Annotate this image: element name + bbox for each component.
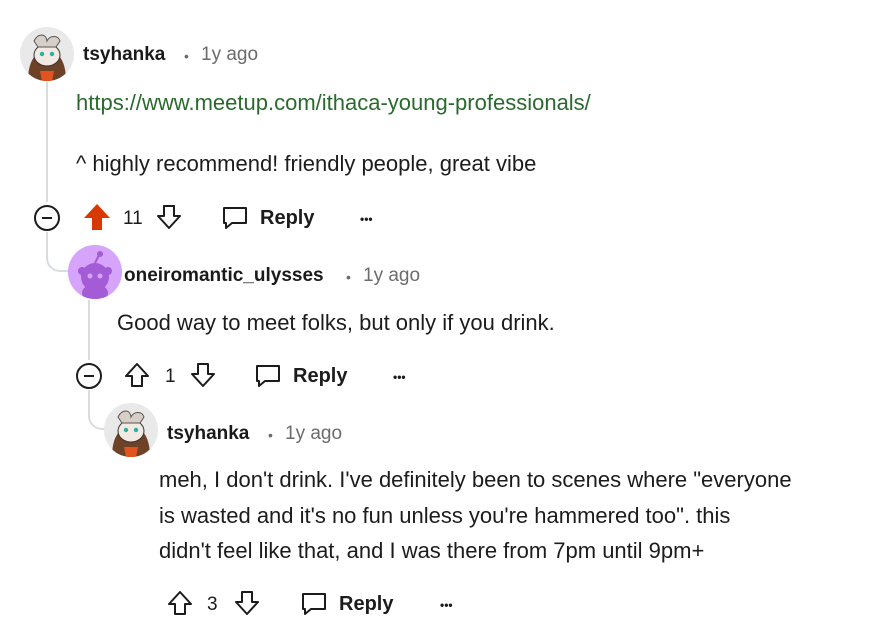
upvote-icon (125, 363, 149, 387)
snoo-avatar-icon (20, 27, 74, 81)
more-options-button[interactable]: ••• (440, 599, 453, 611)
avatar[interactable] (68, 245, 122, 299)
upvote-filled-icon (84, 204, 110, 230)
default-snoo-icon (68, 245, 122, 299)
comment-bubble-icon (256, 365, 280, 387)
vote-count: 3 (207, 594, 218, 615)
comment-body: ^ highly recommend! friendly people, gre… (76, 151, 537, 176)
reply-button[interactable]: Reply (220, 203, 320, 233)
comment-timestamp[interactable]: 1y ago (363, 265, 420, 287)
meta-separator: • (268, 427, 273, 443)
comment-author[interactable]: tsyhanka (167, 423, 249, 445)
more-options-button[interactable]: ••• (360, 213, 373, 225)
avatar[interactable] (20, 27, 74, 81)
reply-label: Reply (260, 207, 315, 229)
comment-bubble-icon (223, 207, 247, 229)
downvote-button[interactable] (155, 203, 183, 236)
thread-line (88, 300, 90, 360)
upvote-button[interactable] (82, 202, 112, 237)
downvote-icon (235, 591, 259, 615)
collapse-thread-button[interactable] (34, 205, 60, 231)
vote-count: 11 (123, 208, 143, 229)
thread-line (46, 82, 48, 202)
upvote-icon (168, 591, 192, 615)
downvote-icon (157, 205, 181, 229)
reply-label: Reply (339, 593, 394, 615)
upvote-button[interactable] (123, 361, 151, 394)
avatar[interactable] (104, 403, 158, 457)
reply-label: Reply (293, 365, 348, 387)
reply-button[interactable]: Reply (253, 361, 353, 391)
comment-body-line: didn't feel like that, and I was there f… (159, 538, 705, 563)
meta-separator: • (184, 48, 189, 64)
downvote-button[interactable] (233, 589, 261, 622)
comment-bubble-icon (302, 593, 326, 615)
comment-body-line: is wasted and it's no fun unless you're … (159, 503, 731, 528)
comment-timestamp[interactable]: 1y ago (201, 44, 258, 66)
upvote-button[interactable] (166, 589, 194, 622)
vote-count: 1 (165, 366, 176, 387)
comment-author[interactable]: tsyhanka (83, 44, 165, 66)
collapse-thread-button[interactable] (76, 363, 102, 389)
more-options-button[interactable]: ••• (393, 371, 406, 383)
comment-timestamp[interactable]: 1y ago (285, 423, 342, 445)
snoo-avatar-icon (104, 403, 158, 457)
comment-link[interactable]: https://www.meetup.com/ithaca-young-prof… (76, 90, 591, 116)
downvote-button[interactable] (189, 361, 217, 394)
comment-body: Good way to meet folks, but only if you … (117, 310, 555, 335)
reply-button[interactable]: Reply (299, 589, 399, 619)
comment-body-line: meh, I don't drink. I've definitely been… (159, 467, 792, 492)
thread-elbow (88, 390, 106, 430)
thread-elbow (46, 232, 70, 272)
comment-author[interactable]: oneiromantic_ulysses (124, 265, 324, 287)
meta-separator: • (346, 269, 351, 285)
downvote-icon (191, 363, 215, 387)
